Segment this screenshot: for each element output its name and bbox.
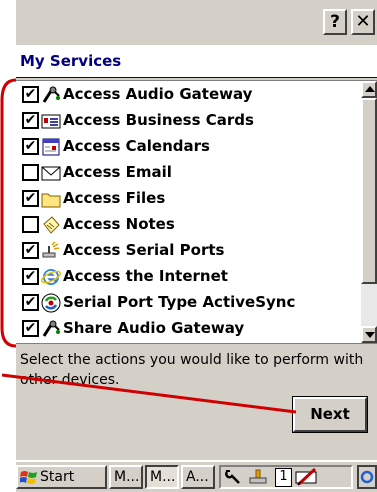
- service-label: Access Email: [63, 163, 172, 181]
- business-card-icon: [41, 114, 61, 129]
- service-label: Access Audio Gateway: [63, 85, 253, 103]
- header: My Services: [16, 45, 377, 78]
- scroll-thumb[interactable]: [361, 98, 377, 284]
- folder-icon: [41, 193, 61, 208]
- list-item[interactable]: Access Notes: [16, 212, 361, 238]
- keyboard-glyph-icon: [360, 470, 374, 484]
- services-list-area: ✔ Access Audio Gateway ✔ Access Business…: [16, 80, 377, 344]
- instruction-text: Select the actions you would like to per…: [20, 352, 364, 388]
- service-checkbox[interactable]: [22, 164, 39, 181]
- list-item[interactable]: ✔ Access Audio Gateway: [16, 82, 361, 108]
- next-button[interactable]: Next: [292, 396, 368, 433]
- service-checkbox[interactable]: [22, 216, 39, 233]
- service-checkbox[interactable]: ✔: [22, 268, 39, 285]
- services-list: ✔ Access Audio Gateway ✔ Access Business…: [16, 81, 361, 343]
- service-checkbox[interactable]: ✔: [22, 190, 39, 207]
- headset-icon: [42, 320, 60, 337]
- headset-icon: [42, 86, 60, 103]
- keyboard-icon[interactable]: [357, 465, 377, 489]
- internet-explorer-icon: [41, 269, 61, 285]
- envelope-icon: [41, 166, 61, 181]
- close-button[interactable]: ✕: [351, 9, 375, 35]
- list-item[interactable]: ✔ Serial Port Type ActiveSync: [16, 290, 361, 316]
- start-button[interactable]: Start: [16, 465, 107, 489]
- list-item[interactable]: ✔ Access Serial Ports: [16, 238, 361, 264]
- arrow-down-icon: [365, 332, 375, 338]
- arrow-up-icon: [365, 86, 375, 92]
- list-item[interactable]: ✔ Share Audio Gateway: [16, 316, 361, 342]
- service-checkbox[interactable]: ✔: [22, 320, 39, 337]
- taskbar-task-button[interactable]: M...: [109, 465, 143, 489]
- service-label: Access Serial Ports: [63, 241, 225, 259]
- notes-icon: [43, 216, 60, 234]
- scrollbar[interactable]: [361, 81, 377, 343]
- service-label: Access Business Cards: [63, 111, 254, 129]
- activesync-icon: [41, 293, 61, 313]
- list-item[interactable]: ✔ Access Calendars: [16, 134, 361, 160]
- list-item[interactable]: ✔ Access the Internet: [16, 264, 361, 290]
- wrench-icon[interactable]: [224, 468, 244, 486]
- service-checkbox[interactable]: ✔: [22, 242, 39, 259]
- list-item[interactable]: ✔ Access Files: [16, 186, 361, 212]
- tray-number[interactable]: 1: [275, 468, 292, 487]
- device-screen: ? ✕ My Services ✔ Access Audio Gateway ✔: [16, 0, 377, 492]
- windows-flag-icon: [20, 471, 37, 484]
- scroll-down-button[interactable]: [361, 326, 377, 343]
- service-checkbox[interactable]: ✔: [22, 294, 39, 311]
- system-tray: 1: [219, 465, 353, 489]
- service-checkbox[interactable]: ✔: [22, 112, 39, 129]
- service-label: Share Audio Gateway: [63, 319, 245, 337]
- serial-port-icon: [42, 241, 60, 258]
- list-item[interactable]: ✔ Access Business Cards: [16, 108, 361, 134]
- service-label: Access Notes: [63, 215, 175, 233]
- service-label: Access the Internet: [63, 267, 228, 285]
- taskbar-task-button[interactable]: A...: [181, 465, 215, 489]
- pen-edit-icon[interactable]: [295, 468, 319, 486]
- page-title: My Services: [20, 52, 122, 70]
- service-label: Access Files: [63, 189, 166, 207]
- list-item[interactable]: Access Email: [16, 160, 361, 186]
- help-button[interactable]: ?: [323, 9, 347, 35]
- network-icon[interactable]: [248, 468, 268, 486]
- service-checkbox[interactable]: ✔: [22, 138, 39, 155]
- service-label: Serial Port Type ActiveSync: [63, 293, 296, 311]
- taskbar: Start M... M... A... 1: [16, 460, 377, 492]
- scroll-up-button[interactable]: [361, 81, 377, 98]
- service-label: Access Calendars: [63, 137, 210, 155]
- service-checkbox[interactable]: ✔: [22, 86, 39, 103]
- taskbar-task-button[interactable]: M...: [145, 465, 179, 489]
- title-bar: ? ✕: [16, 0, 377, 45]
- calendar-icon: [42, 138, 60, 156]
- start-label: Start: [40, 469, 75, 485]
